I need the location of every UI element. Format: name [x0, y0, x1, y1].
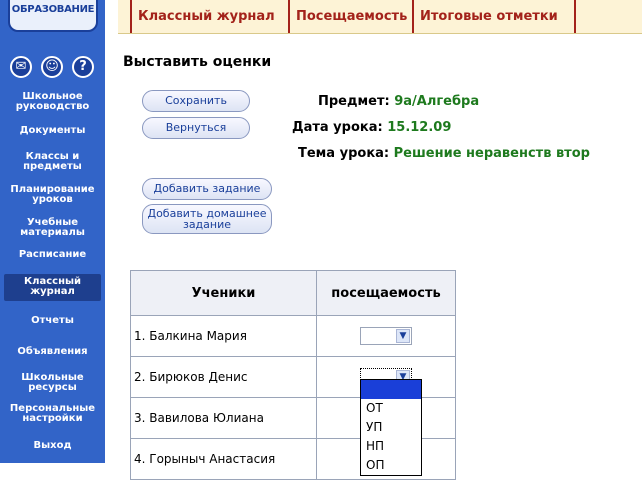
- student-name: 3. Вавилова Юлиана: [130, 397, 317, 439]
- dropdown-option-up[interactable]: УП: [361, 418, 421, 437]
- header-students: Ученики: [130, 270, 317, 316]
- save-button[interactable]: Сохранить: [142, 90, 250, 112]
- sidebar-item-personal-settings[interactable]: Персональные настройки: [0, 404, 105, 424]
- sidebar-item-lesson-planning[interactable]: Планирование уроков: [0, 185, 105, 205]
- add-homework-button[interactable]: Добавить домашнее задание: [142, 204, 272, 234]
- date-value: 15.12.09: [387, 120, 452, 135]
- sidebar-item-schedule[interactable]: Расписание: [0, 250, 105, 260]
- add-task-button[interactable]: Добавить задание: [142, 178, 272, 200]
- student-name: 1. Балкина Мария: [130, 315, 317, 357]
- dropdown-option-ot[interactable]: ОТ: [361, 399, 421, 418]
- table-header-row: Ученики посещаемость: [130, 270, 456, 316]
- date-label: Дата урока:: [292, 120, 383, 135]
- sidebar-item-logout[interactable]: Выход: [0, 441, 105, 451]
- sidebar: ОБРАЗОВАНИЕ ✉ ☺ ? Школьное руководство Д…: [0, 0, 105, 463]
- header-attendance: посещаемость: [316, 270, 456, 316]
- chevron-down-icon[interactable]: ▼: [396, 329, 410, 343]
- attendance-select[interactable]: ▼: [360, 327, 412, 345]
- sidebar-item-reports[interactable]: Отчеты: [0, 316, 105, 326]
- sidebar-item-documents[interactable]: Документы: [0, 126, 105, 136]
- dropdown-option-empty[interactable]: [361, 380, 421, 399]
- tab-class-journal[interactable]: Классный журнал: [130, 0, 288, 33]
- subject-label: Предмет:: [318, 94, 390, 109]
- date-info: Дата урока: 15.12.09: [292, 120, 451, 135]
- sidebar-item-announcements[interactable]: Объявления: [0, 347, 105, 357]
- attendance-cell: ▼: [316, 315, 456, 357]
- student-name: 2. Бирюков Денис: [130, 356, 317, 398]
- sidebar-item-school-resources[interactable]: Школьные ресурсы: [0, 373, 105, 393]
- subject-value: 9а/Алгебра: [394, 94, 480, 109]
- tab-attendance[interactable]: Посещаемость: [288, 0, 412, 33]
- dropdown-option-op[interactable]: ОП: [361, 456, 421, 475]
- table-row: 1. Балкина Мария ▼: [130, 315, 456, 357]
- back-button[interactable]: Вернуться: [142, 117, 250, 139]
- sidebar-item-school-management[interactable]: Школьное руководство: [0, 92, 105, 112]
- topic-info: Тема урока: Решение неравенств втор: [298, 146, 590, 161]
- tab-bar: Классный журнал Посещаемость Итоговые от…: [118, 0, 642, 34]
- topic-value: Решение неравенств втор: [393, 146, 590, 161]
- topic-label: Тема урока:: [298, 146, 390, 161]
- help-icon[interactable]: ?: [72, 56, 94, 78]
- mail-icon[interactable]: ✉: [10, 56, 32, 78]
- users-icon[interactable]: ☺: [41, 56, 63, 78]
- tab-final-grades[interactable]: Итоговые отметки: [412, 0, 576, 33]
- sidebar-item-classes-subjects[interactable]: Классы и предметы: [0, 152, 105, 172]
- student-name: 4. Горыныч Анастасия: [130, 438, 317, 480]
- page-title: Выставить оценки: [123, 54, 272, 70]
- sidebar-item-learning-materials[interactable]: Учебные материалы: [0, 218, 105, 238]
- subject-info: Предмет: 9а/Алгебра: [318, 94, 479, 109]
- dropdown-option-np[interactable]: НП: [361, 437, 421, 456]
- sidebar-item-class-journal[interactable]: Классный журнал: [4, 274, 101, 301]
- attendance-dropdown-list: ОТ УП НП ОП: [360, 379, 422, 476]
- logo[interactable]: ОБРАЗОВАНИЕ: [8, 0, 98, 32]
